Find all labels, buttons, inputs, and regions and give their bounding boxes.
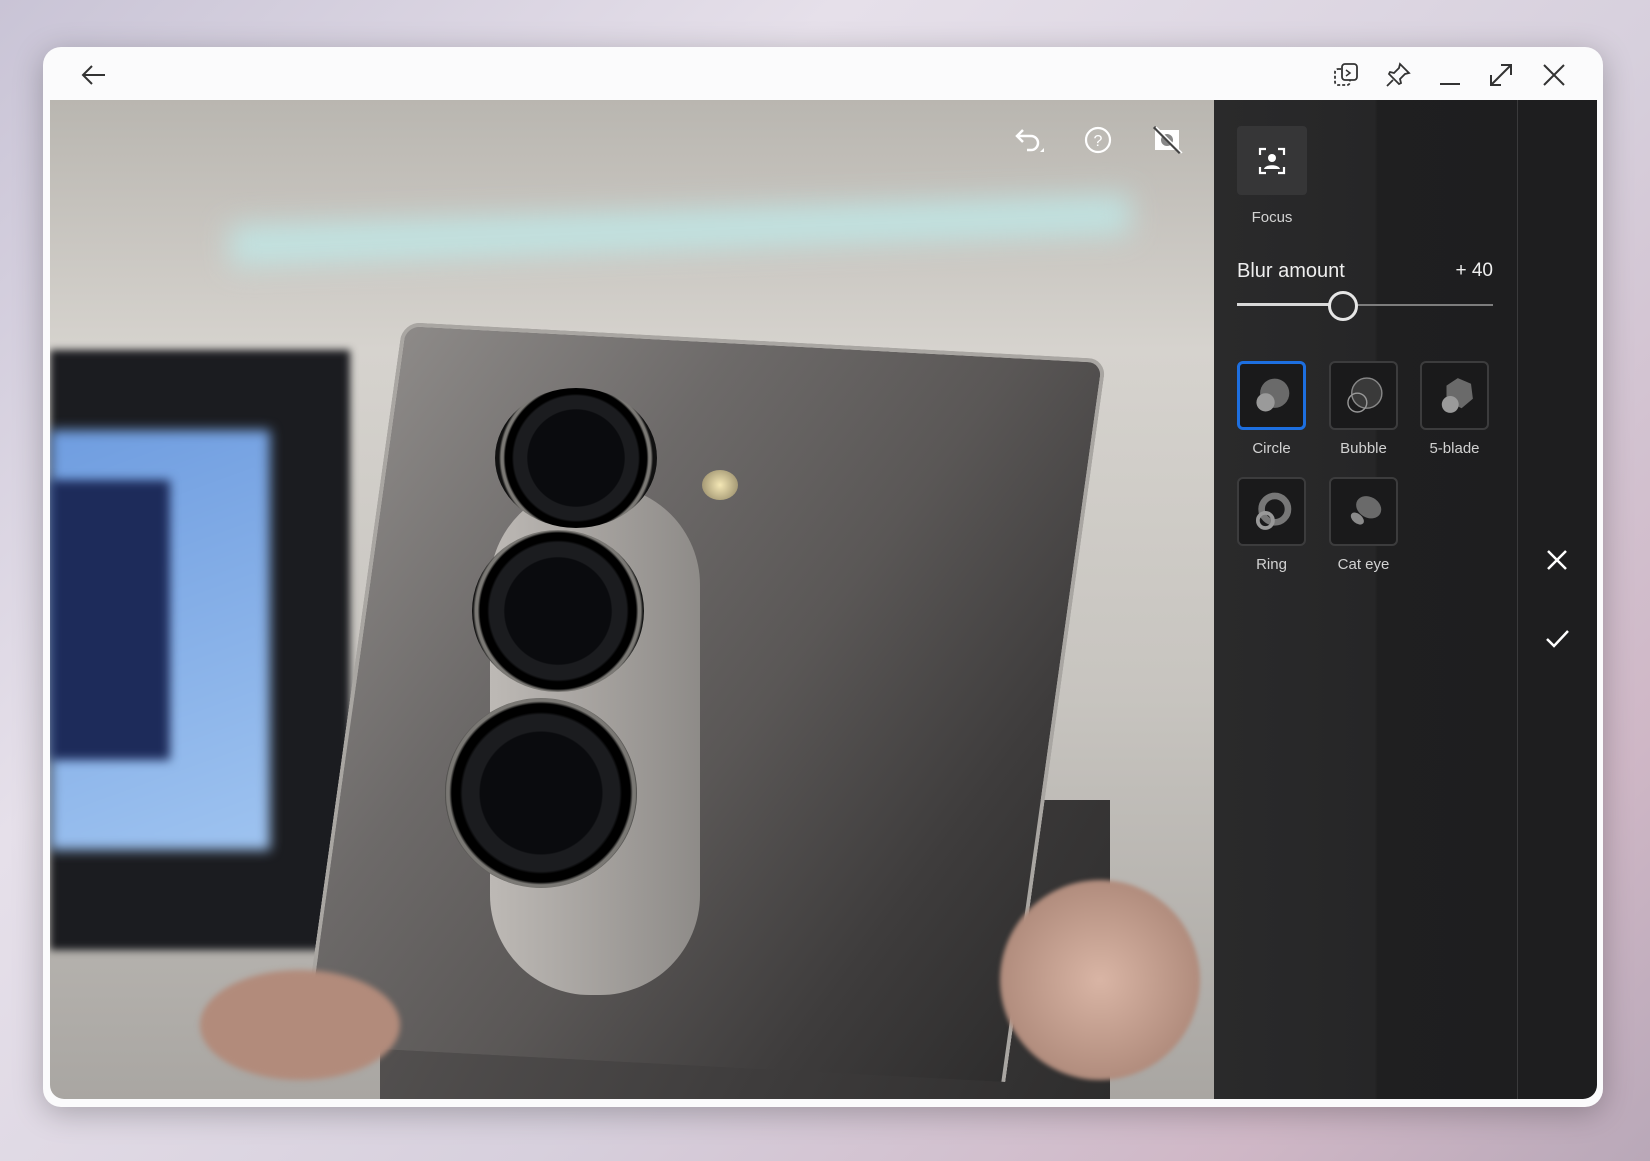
photo-phone bbox=[301, 321, 1107, 1083]
help-button[interactable]: ? bbox=[1082, 124, 1114, 156]
bokeh-shape-label: 5-blade bbox=[1429, 440, 1480, 457]
maximize-button[interactable] bbox=[1486, 60, 1516, 90]
cancel-button[interactable] bbox=[1541, 544, 1573, 576]
minimize-icon bbox=[1440, 83, 1460, 85]
camera-lens bbox=[472, 530, 644, 692]
undo-button[interactable] bbox=[1013, 124, 1045, 156]
focus-button[interactable] bbox=[1237, 126, 1307, 195]
focus-subject-icon bbox=[1258, 147, 1286, 174]
focus-label: Focus bbox=[1251, 209, 1293, 226]
apply-button[interactable] bbox=[1541, 622, 1573, 654]
photo-screen-content bbox=[50, 480, 170, 760]
close-icon bbox=[1543, 64, 1565, 86]
bokeh-shape-cat-eye[interactable] bbox=[1329, 477, 1398, 546]
slider-thumb[interactable] bbox=[1327, 291, 1358, 321]
bokeh-shape-icon bbox=[1347, 377, 1383, 413]
pin-button[interactable] bbox=[1383, 60, 1413, 90]
back-arrow-icon bbox=[81, 65, 105, 85]
checkmark-icon bbox=[1546, 630, 1569, 648]
close-window-button[interactable] bbox=[1539, 60, 1569, 90]
photo-background bbox=[229, 194, 1131, 266]
back-button[interactable] bbox=[79, 60, 109, 90]
snip-window-icon bbox=[1334, 63, 1358, 86]
slider-fill bbox=[1237, 303, 1342, 306]
maximize-icon bbox=[1490, 64, 1512, 86]
toggle-mask-button[interactable] bbox=[1151, 124, 1183, 156]
bokeh-shape-bubble[interactable] bbox=[1329, 361, 1398, 430]
bokeh-shape-label: Circle bbox=[1252, 440, 1291, 457]
photo-canvas[interactable] bbox=[50, 100, 1214, 1099]
camera-lens bbox=[445, 698, 637, 888]
camera-lens bbox=[495, 388, 657, 528]
photo-thumb bbox=[200, 970, 400, 1080]
blur-settings-panel bbox=[1214, 100, 1518, 1099]
bokeh-shape-icon bbox=[1256, 378, 1290, 412]
action-strip bbox=[1518, 100, 1597, 1099]
bokeh-shape-icon bbox=[1255, 492, 1292, 530]
blur-amount-value: + 40 bbox=[1455, 260, 1493, 281]
bokeh-shape-label: Ring bbox=[1256, 556, 1287, 573]
bokeh-shape-icon bbox=[1350, 496, 1382, 525]
bokeh-shape-5-blade[interactable] bbox=[1420, 361, 1489, 430]
undo-icon bbox=[1015, 129, 1044, 152]
camera-flash bbox=[702, 470, 738, 500]
bokeh-shape-circle[interactable] bbox=[1237, 361, 1306, 430]
photo-finger bbox=[1000, 880, 1200, 1080]
blur-amount-slider[interactable] bbox=[1237, 291, 1493, 321]
blur-amount-label: Blur amount bbox=[1237, 260, 1345, 282]
snip-window-button[interactable] bbox=[1331, 60, 1361, 90]
help-icon: ? bbox=[1084, 126, 1112, 154]
bokeh-shape-label: Bubble bbox=[1340, 440, 1387, 457]
bokeh-shape-icon bbox=[1441, 378, 1473, 413]
minimize-button[interactable] bbox=[1435, 60, 1465, 90]
bokeh-shape-label: Cat eye bbox=[1337, 556, 1390, 573]
pin-icon bbox=[1386, 62, 1411, 87]
hide-mask-icon bbox=[1152, 125, 1183, 155]
bokeh-shape-ring[interactable] bbox=[1237, 477, 1306, 546]
svg-text:?: ? bbox=[1094, 133, 1103, 150]
close-icon bbox=[1547, 550, 1567, 570]
